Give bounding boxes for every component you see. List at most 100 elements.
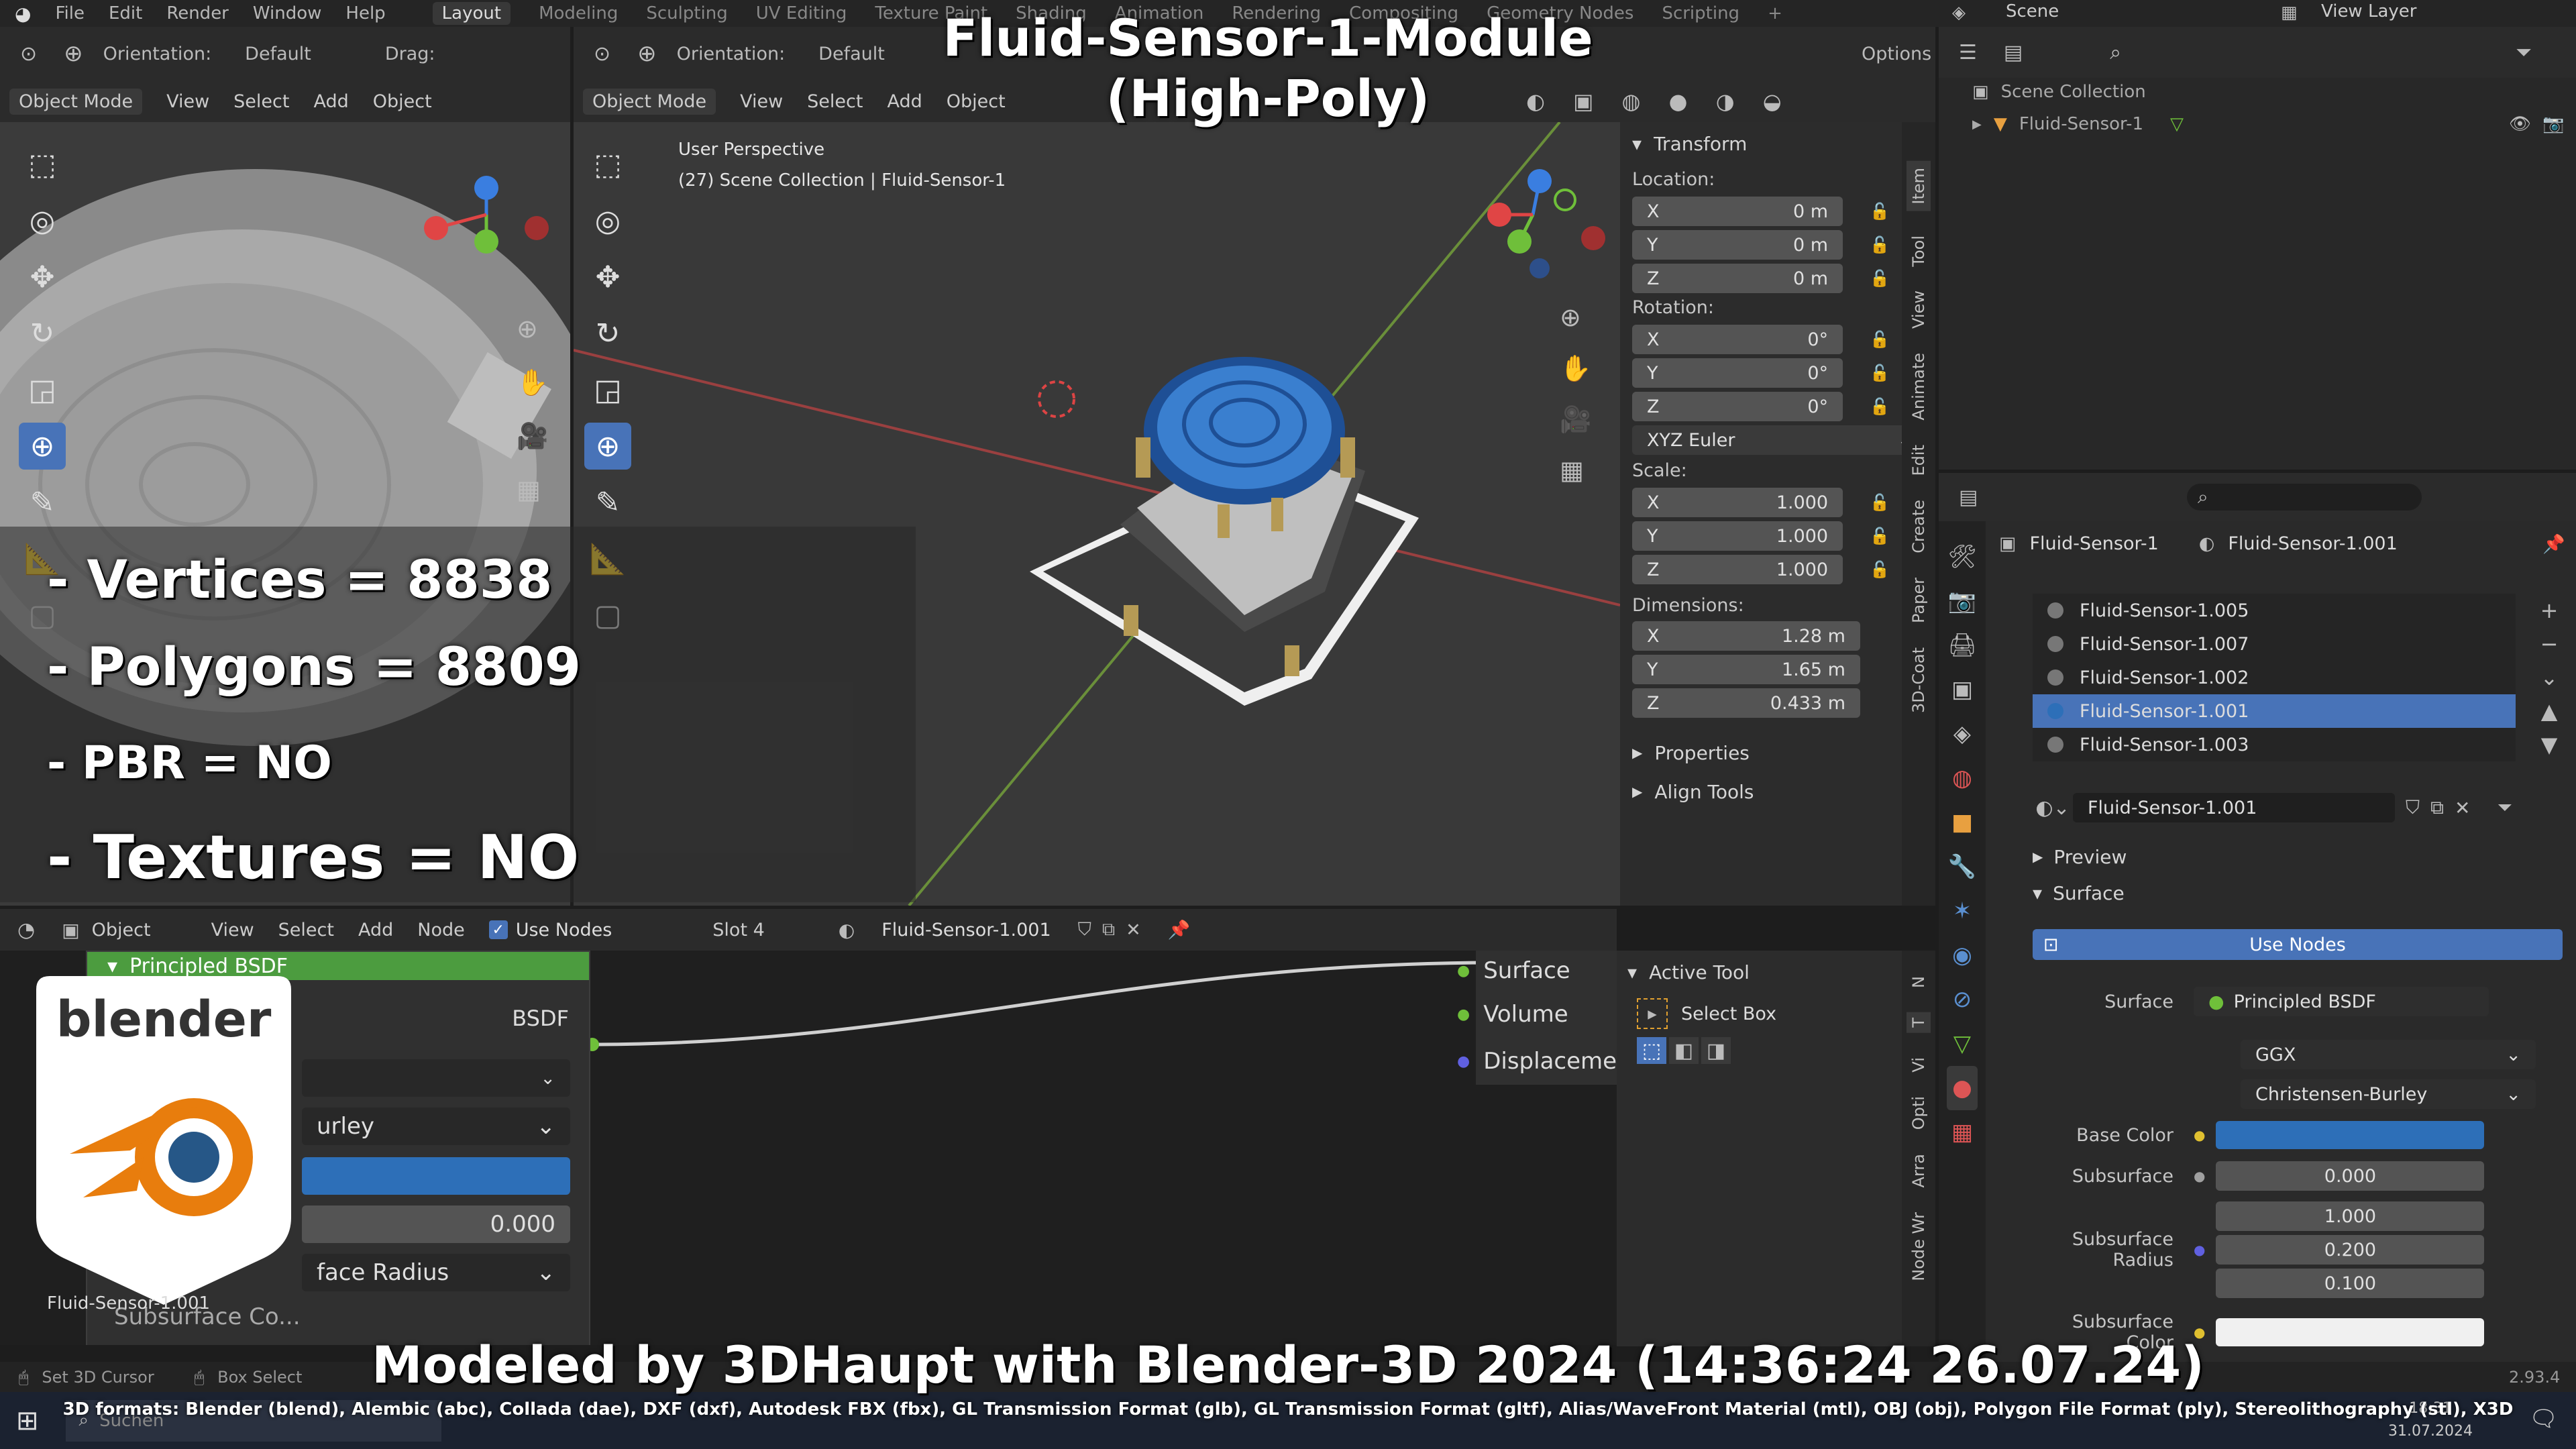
constraints-tab-icon[interactable]: ⊘ — [1953, 977, 1972, 1022]
lock-icon[interactable]: 🔓 — [1870, 330, 1890, 349]
material-name[interactable]: Fluid-Sensor-1.001 — [881, 920, 1051, 941]
tab-edit[interactable]: Edit — [1909, 445, 1928, 476]
location-x-field[interactable]: X 0 m — [1632, 197, 1843, 226]
use-nodes-checkbox[interactable]: ✓ — [488, 920, 508, 939]
radius-z-field[interactable]: 0.100 — [2216, 1269, 2485, 1298]
move-tool[interactable]: ✥ — [19, 254, 66, 301]
surface-shader-field[interactable]: ● Principled BSDF — [2194, 987, 2489, 1016]
menu-add[interactable]: Add — [313, 91, 348, 112]
object-tab-icon[interactable]: ■ — [1951, 800, 1973, 845]
material-output-node[interactable]: ● Surface ● Volume ● Displacement — [1457, 951, 1617, 1085]
scene-tab-icon[interactable]: ◈ — [1953, 712, 1971, 756]
distribution-dropdown[interactable]: ⌄ — [302, 1059, 570, 1097]
add-workspace-icon[interactable]: + — [1768, 3, 1782, 23]
scale-y-field[interactable]: Y 1.000 — [1632, 521, 1843, 551]
slot-menu-icon[interactable]: ⌄ — [2536, 661, 2563, 694]
move-down-icon[interactable]: ▼ — [2536, 728, 2563, 761]
render-tab-icon[interactable]: 📷 — [1948, 579, 1976, 623]
subsurface-method-dropdown[interactable]: Christensen-Burley ⌄ — [2241, 1079, 2536, 1109]
base-color-field[interactable] — [302, 1157, 570, 1195]
location-y-field[interactable]: Y 0 m — [1632, 230, 1843, 260]
material-slot-item[interactable]: Fluid-Sensor-1.002 — [2033, 661, 2516, 694]
cursor-tool[interactable]: ◎ — [584, 197, 631, 244]
subsurface-field[interactable]: 0.000 — [2216, 1161, 2485, 1191]
add-slot-icon[interactable]: + — [2536, 594, 2563, 627]
duplicate-icon[interactable]: ⧉ — [2430, 796, 2444, 819]
tab-paper[interactable]: Paper — [1909, 578, 1928, 623]
tab-create[interactable]: Create — [1909, 500, 1928, 553]
tab-options[interactable]: Opti — [1909, 1096, 1928, 1130]
transform-tool[interactable]: ⊕ — [584, 423, 631, 470]
preview-panel-header[interactable]: ▶ Preview — [2033, 841, 2127, 873]
scale-tool[interactable]: ◲ — [584, 366, 631, 413]
filter-icon[interactable]: ⏷ — [2516, 41, 2532, 64]
shader-type-icon[interactable]: ▣ — [62, 919, 79, 941]
surface-panel-header[interactable]: ▾ Surface — [2033, 877, 2125, 909]
transform-tool[interactable]: ⊕ — [19, 423, 66, 470]
menu-node[interactable]: Node — [417, 920, 464, 941]
select-box-tool[interactable]: ⬚ — [584, 141, 631, 188]
dimensions-z-field[interactable]: Z 0.433 m — [1632, 688, 1860, 718]
slot-dropdown[interactable]: Slot 4 — [712, 920, 765, 941]
material-name-field[interactable]: Fluid-Sensor-1.001 — [2073, 793, 2395, 822]
tab-n[interactable]: N — [1909, 976, 1928, 988]
pin-icon[interactable]: 📌 — [2542, 533, 2565, 555]
scale-x-field[interactable]: X 1.000 — [1632, 488, 1843, 517]
lock-icon[interactable]: 🔓 — [1870, 527, 1890, 545]
menu-file[interactable]: File — [55, 3, 85, 23]
subsurface-radius-dropdown[interactable]: face Radius ⌄ — [302, 1254, 570, 1291]
zoom-icon[interactable]: ⊕ — [517, 302, 538, 356]
subsurface-method-dropdown[interactable]: urley ⌄ — [302, 1108, 570, 1145]
select-subtract-icon[interactable]: ◨ — [1701, 1037, 1731, 1064]
tab-t[interactable]: T — [1907, 1012, 1931, 1033]
move-up-icon[interactable]: ▲ — [2536, 694, 2563, 728]
dimensions-y-field[interactable]: Y 1.65 m — [1632, 655, 1860, 684]
properties-search[interactable]: ⌕ — [2187, 484, 2422, 511]
move-tool[interactable]: ✥ — [584, 254, 631, 301]
display-mode-icon[interactable]: ▤ — [2004, 41, 2023, 64]
physics-tab-icon[interactable]: ◉ — [1952, 933, 1972, 977]
output-tab-icon[interactable]: 🖨 — [1947, 623, 1976, 667]
rotation-x-field[interactable]: X 0° — [1632, 325, 1843, 354]
align-tools-panel-header[interactable]: ▶ Align Tools — [1632, 773, 1890, 810]
cursor-tool[interactable]: ◎ — [19, 197, 66, 244]
rotation-mode-dropdown[interactable]: XYZ Euler⌄ — [1632, 425, 1927, 455]
tab-array[interactable]: Arra — [1909, 1154, 1928, 1187]
rotate-tool[interactable]: ↻ — [19, 310, 66, 357]
tab-view[interactable]: View — [1909, 290, 1928, 329]
material-slot-item[interactable]: Fluid-Sensor-1.003 — [2033, 728, 2516, 761]
menu-select[interactable]: Select — [807, 91, 863, 112]
scale-tool[interactable]: ◲ — [19, 366, 66, 413]
outliner-scene-collection[interactable]: ▣ Scene Collection — [1972, 82, 2146, 102]
mode-dropdown[interactable]: Object Mode — [9, 88, 143, 115]
annotate-tool[interactable]: ✎ — [19, 479, 66, 526]
lock-icon[interactable]: 🔓 — [1870, 397, 1890, 416]
material-slot-item[interactable]: Fluid-Sensor-1.001 — [2033, 694, 2516, 728]
lock-icon[interactable]: 🔓 — [1870, 269, 1890, 288]
workspace-tab-uv-editing[interactable]: UV Editing — [756, 3, 847, 23]
editor-type-icon[interactable]: ☰ — [1959, 41, 1977, 64]
duplicate-icon[interactable]: ⧉ — [1102, 919, 1115, 941]
select-new-icon[interactable]: ⬚ — [1637, 1037, 1666, 1064]
menu-add[interactable]: Add — [358, 920, 393, 941]
tab-animate[interactable]: Animate — [1909, 353, 1928, 421]
editor-type-icon[interactable]: ◔ — [17, 918, 35, 942]
workspace-tab-sculpting[interactable]: Sculpting — [646, 3, 727, 23]
data-tab-icon[interactable]: ▽ — [1953, 1022, 1971, 1066]
left-navigation-gizmo[interactable] — [409, 141, 564, 288]
unlink-x-icon[interactable]: ✕ — [2455, 797, 2470, 819]
workspace-tab-layout[interactable]: Layout — [432, 2, 511, 25]
dimensions-x-field[interactable]: X 1.28 m — [1632, 621, 1860, 651]
annotate-tool[interactable]: ✎ — [584, 479, 631, 526]
modifier-tab-icon[interactable]: 🔧 — [1948, 845, 1976, 889]
menu-help[interactable]: Help — [345, 3, 385, 23]
menu-view[interactable]: View — [166, 91, 209, 112]
particles-tab-icon[interactable]: ✶ — [1953, 889, 1972, 933]
material-tab-icon[interactable]: ● — [1947, 1066, 1978, 1110]
select-extend-icon[interactable]: ◧ — [1669, 1037, 1699, 1064]
transform-pivot-icon[interactable]: ⊙ — [20, 42, 37, 66]
tab-3d-coat[interactable]: 3D-Coat — [1909, 647, 1928, 713]
lock-icon[interactable]: 🔓 — [1870, 493, 1890, 512]
active-tool-row[interactable]: ▸ Select Box — [1617, 994, 1935, 1034]
material-slot-item[interactable]: Fluid-Sensor-1.005 — [2033, 594, 2516, 627]
